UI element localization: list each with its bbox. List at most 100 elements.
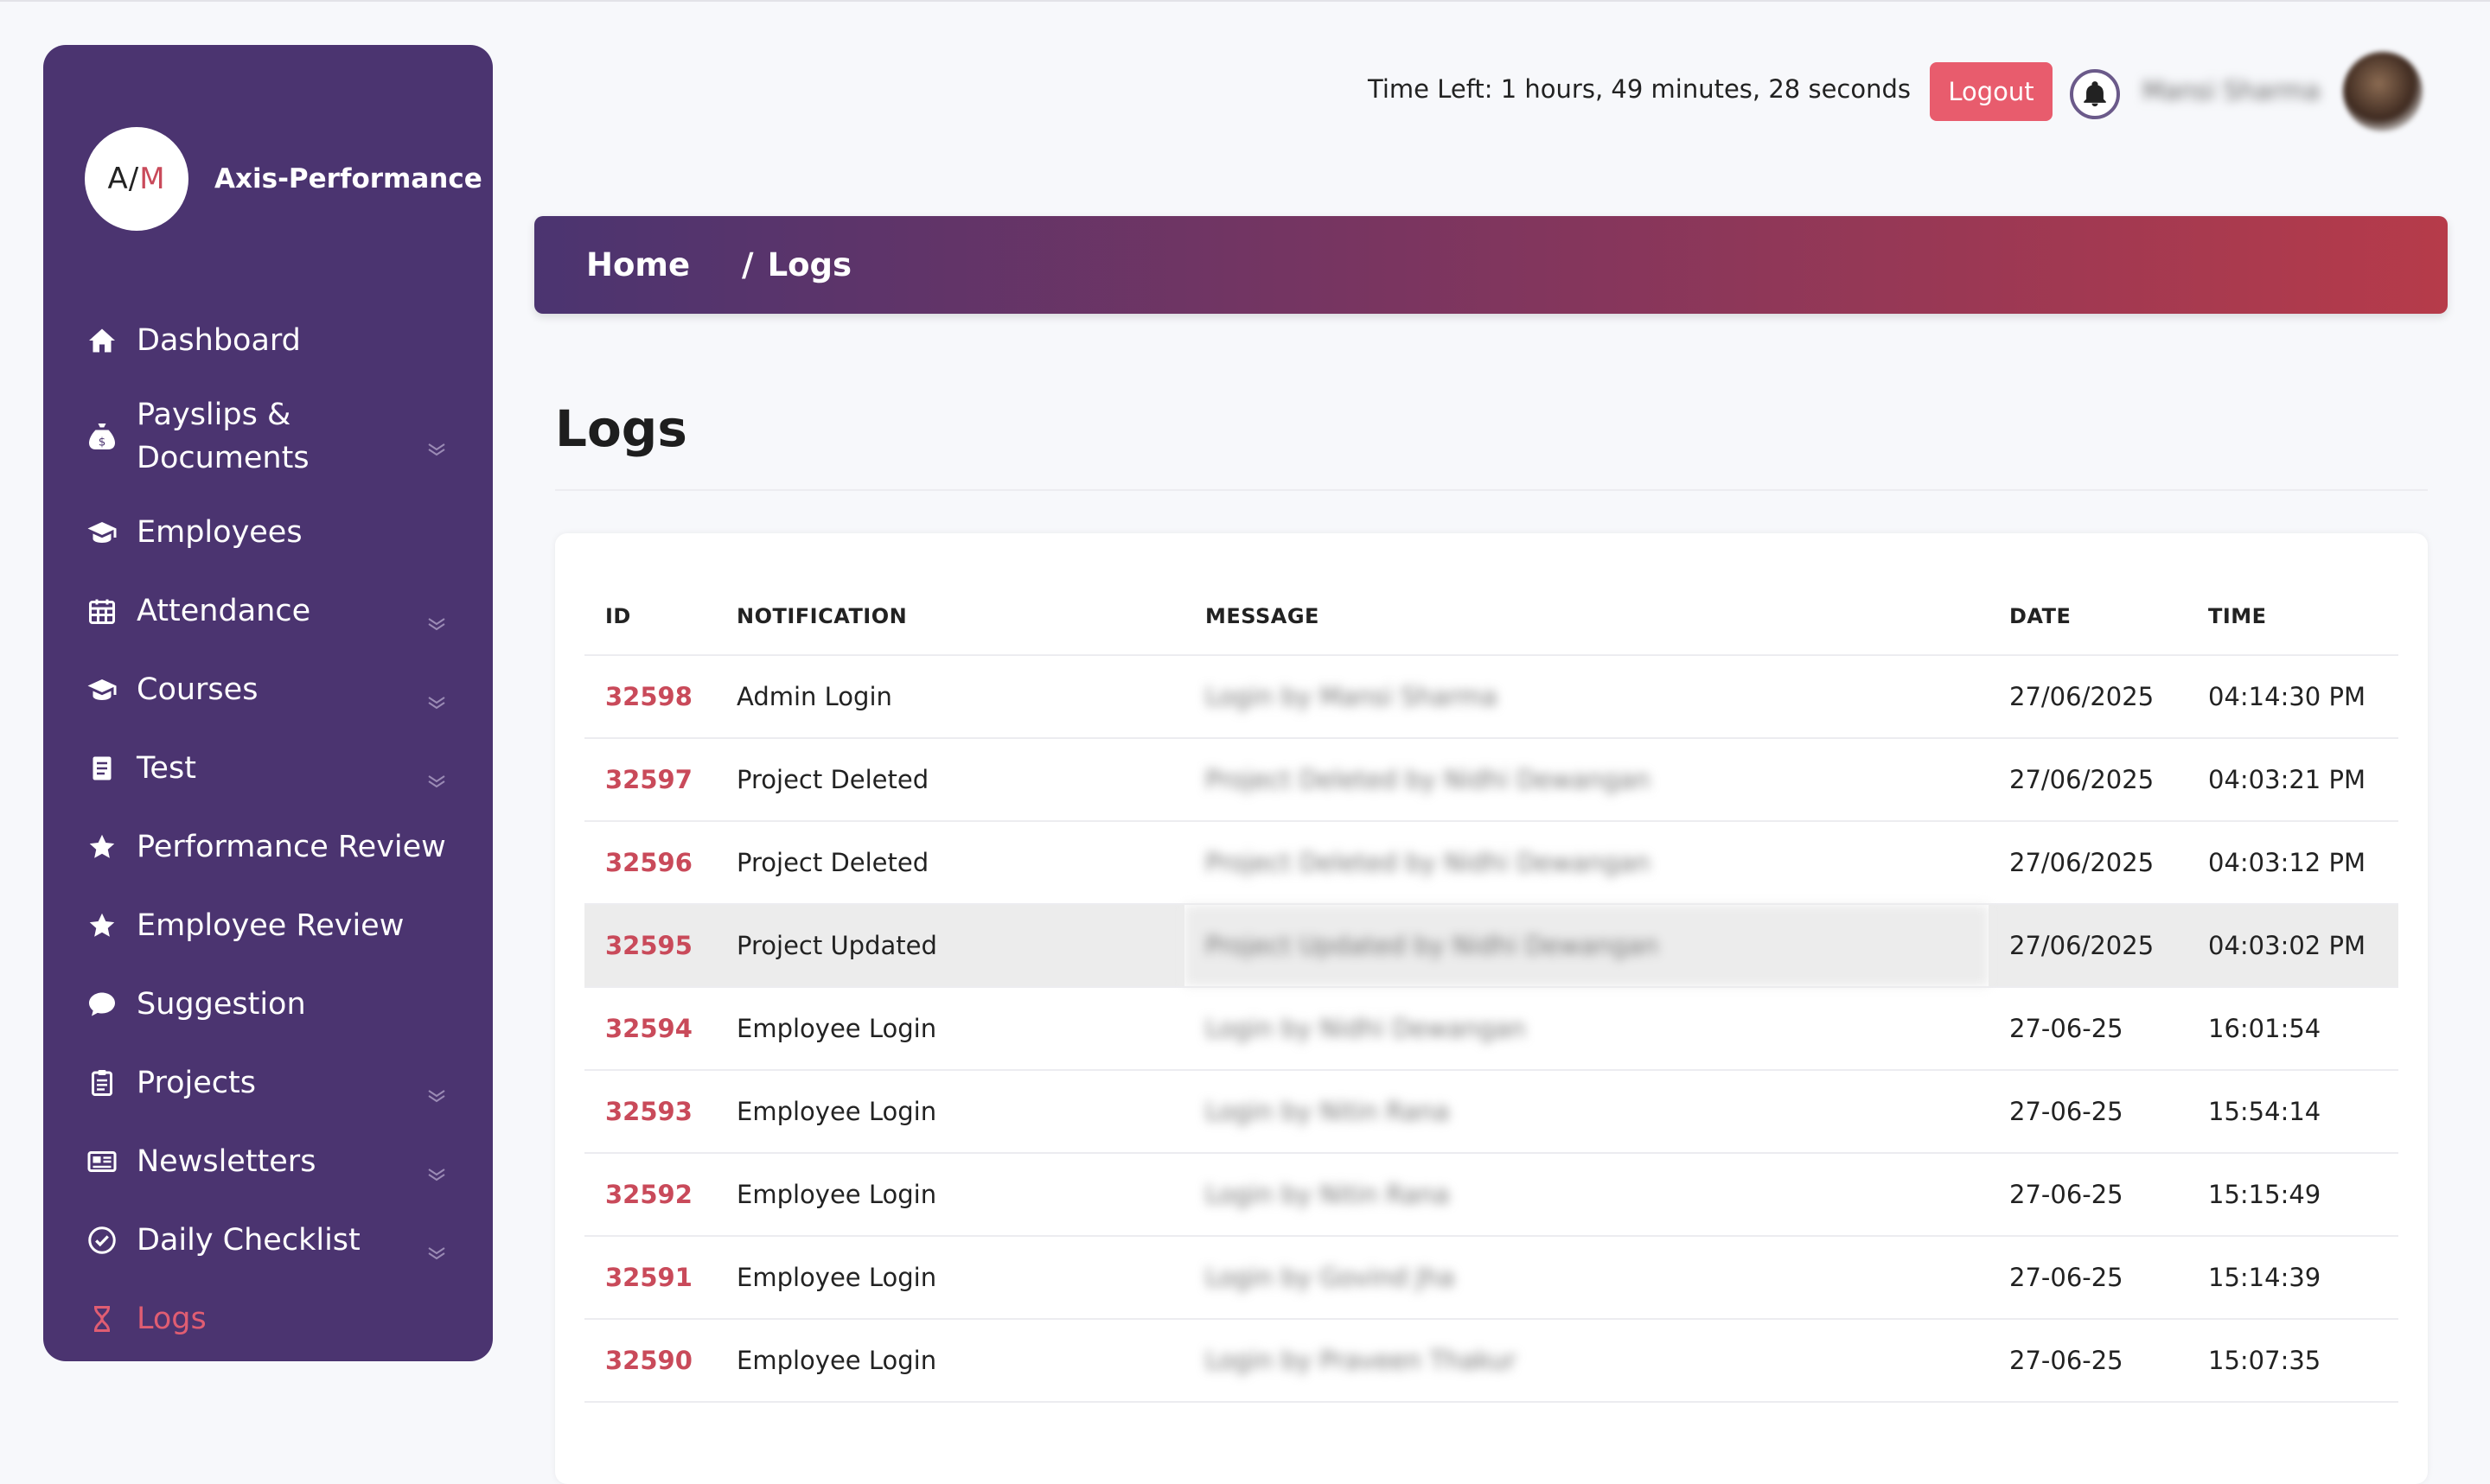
sidebar-item-test[interactable]: Test: [43, 729, 493, 807]
sidebar-item-label: Logs: [137, 1301, 207, 1336]
cell-id[interactable]: 32598: [584, 655, 716, 739]
cell-time: 16:01:54: [2187, 987, 2398, 1071]
money-bag-icon: $: [85, 419, 119, 454]
cell-notification: Employee Login: [716, 1319, 1184, 1403]
cell-id[interactable]: 32593: [584, 1070, 716, 1154]
sidebar-item-daily-checklist[interactable]: Daily Checklist: [43, 1201, 493, 1279]
brand[interactable]: A/M Axis-Performance: [85, 127, 482, 231]
sidebar-item-label: Payslips & Documents: [137, 397, 310, 475]
cell-notification: Employee Login: [716, 1153, 1184, 1237]
sidebar-item-label: Performance Review: [137, 829, 446, 864]
top-border: [0, 0, 2490, 2]
cell-date: 27/06/2025: [1989, 904, 2187, 988]
sidebar-item-dashboard[interactable]: Dashboard: [43, 301, 493, 379]
table-row[interactable]: 32591 Employee Login Login by Govind Jha 27…: [584, 1236, 2398, 1320]
sidebar-item-employee-review[interactable]: Employee Review: [43, 886, 493, 965]
cell-message: Login by Govind Jha: [1184, 1236, 1989, 1320]
sidebar-item-label: Courses: [137, 672, 259, 707]
sidebar-item-employees[interactable]: Employees: [43, 493, 493, 571]
chevron-down-icon[interactable]: [427, 1076, 446, 1102]
sidebar-item-label: Attendance: [137, 593, 311, 628]
chat-icon: [85, 987, 119, 1022]
sidebar-item-newsletters[interactable]: Newsletters: [43, 1122, 493, 1201]
chevron-down-icon[interactable]: [427, 1233, 446, 1259]
graduation-cap-icon: [85, 515, 119, 550]
cell-id[interactable]: 32590: [584, 1319, 716, 1403]
cell-notification: Project Updated: [716, 904, 1184, 988]
home-icon: [85, 323, 119, 358]
column-header-id[interactable]: ID: [584, 578, 716, 656]
notification-bell-icon[interactable]: [2070, 69, 2120, 119]
cell-id[interactable]: 32595: [584, 904, 716, 988]
sidebar-item-label: Suggestion: [137, 986, 306, 1022]
table-row[interactable]: 32598 Admin Login Login by Mansi Sharma 27/…: [584, 655, 2398, 739]
breadcrumb-home-link[interactable]: Home: [586, 246, 690, 283]
chevron-down-icon[interactable]: [427, 604, 446, 630]
newspaper-icon: [85, 1144, 119, 1179]
avatar[interactable]: [2343, 52, 2423, 131]
cell-date: 27-06-25: [1989, 1236, 2187, 1320]
cell-message: Login by Nitin Rana: [1184, 1153, 1989, 1237]
table-row[interactable]: 32597 Project Deleted Project Deleted by N…: [584, 738, 2398, 822]
cell-date: 27/06/2025: [1989, 821, 2187, 905]
hourglass-icon: [85, 1302, 119, 1336]
cell-date: 27-06-25: [1989, 987, 2187, 1071]
cell-message: Login by Mansi Sharma: [1184, 655, 1989, 739]
table-row[interactable]: 32595 Project Updated Project Updated by N…: [584, 904, 2398, 988]
chevron-down-icon[interactable]: [427, 683, 446, 709]
cell-notification: Project Deleted: [716, 738, 1184, 822]
column-header-time[interactable]: TIME: [2187, 578, 2398, 656]
chevron-down-icon[interactable]: [427, 430, 446, 455]
session-timer: Time Left: 1 hours, 49 minutes, 28 secon…: [1368, 74, 1911, 104]
cell-notification: Admin Login: [716, 655, 1184, 739]
cell-message: Login by Nitin Rana: [1184, 1070, 1989, 1154]
sidebar-item-performance-review[interactable]: Performance Review: [43, 807, 493, 886]
user-name[interactable]: Mansi Sharma: [2142, 76, 2321, 105]
cell-date: 27-06-25: [1989, 1319, 2187, 1403]
chevron-down-icon[interactable]: [427, 1155, 446, 1181]
cell-time: 04:14:30 PM: [2187, 655, 2398, 739]
breadcrumb-current: Logs: [767, 246, 852, 283]
sidebar-item-label: Daily Checklist: [137, 1222, 361, 1258]
cell-id[interactable]: 32596: [584, 821, 716, 905]
cell-message: Project Deleted by Nidhi Dewangan: [1184, 821, 1989, 905]
sidebar-item-payslips-documents[interactable]: $ Payslips & Documents: [43, 379, 493, 493]
table-row[interactable]: 32593 Employee Login Login by Nitin Rana 27…: [584, 1070, 2398, 1154]
brand-logo: A/M: [85, 127, 188, 231]
logout-button[interactable]: Logout: [1930, 62, 2053, 121]
chevron-down-icon[interactable]: [427, 761, 446, 787]
column-header-message[interactable]: MESSAGE: [1184, 578, 1989, 656]
table-row[interactable]: 32592 Employee Login Login by Nitin Rana 27…: [584, 1153, 2398, 1237]
sidebar-item-projects[interactable]: Projects: [43, 1043, 493, 1122]
column-header-date[interactable]: DATE: [1989, 578, 2187, 656]
star-icon: [85, 908, 119, 943]
document-icon: [85, 751, 119, 786]
column-header-notification[interactable]: NOTIFICATION: [716, 578, 1184, 656]
clipboard-icon: [85, 1066, 119, 1100]
sidebar-item-attendance[interactable]: Attendance: [43, 571, 493, 650]
logo-text-m: M: [139, 162, 166, 196]
cell-date: 27-06-25: [1989, 1070, 2187, 1154]
sidebar-item-label: Employees: [137, 514, 303, 550]
table-body: 32598 Admin Login Login by Mansi Sharma 27/…: [584, 655, 2398, 1403]
cell-message: Project Deleted by Nidhi Dewangan: [1184, 738, 1989, 822]
sidebar-item-label: Newsletters: [137, 1143, 316, 1179]
cell-id[interactable]: 32591: [584, 1236, 716, 1320]
graduation-cap-icon: [85, 672, 119, 707]
cell-id[interactable]: 32592: [584, 1153, 716, 1237]
table-row[interactable]: 32596 Project Deleted Project Deleted by N…: [584, 821, 2398, 905]
cell-id[interactable]: 32594: [584, 987, 716, 1071]
sidebar-item-logs[interactable]: Logs: [43, 1279, 493, 1358]
sidebar-item-courses[interactable]: Courses: [43, 650, 493, 729]
sidebar-item-label: Employee Review: [137, 908, 405, 943]
table-row[interactable]: 32590 Employee Login Login by Praveen Thak…: [584, 1319, 2398, 1403]
table-row[interactable]: 32594 Employee Login Login by Nidhi Dewang…: [584, 987, 2398, 1071]
sidebar-item-comparison[interactable]: Comparison: [43, 1358, 493, 1361]
cell-message: Project Updated by Nidhi Dewangan: [1184, 904, 1989, 988]
sidebar-item-suggestion[interactable]: Suggestion: [43, 965, 493, 1043]
cell-id[interactable]: 32597: [584, 738, 716, 822]
cell-time: 04:03:02 PM: [2187, 904, 2398, 988]
cell-time: 04:03:12 PM: [2187, 821, 2398, 905]
cell-notification: Project Deleted: [716, 821, 1184, 905]
sidebar-item-label: Test: [137, 750, 196, 786]
